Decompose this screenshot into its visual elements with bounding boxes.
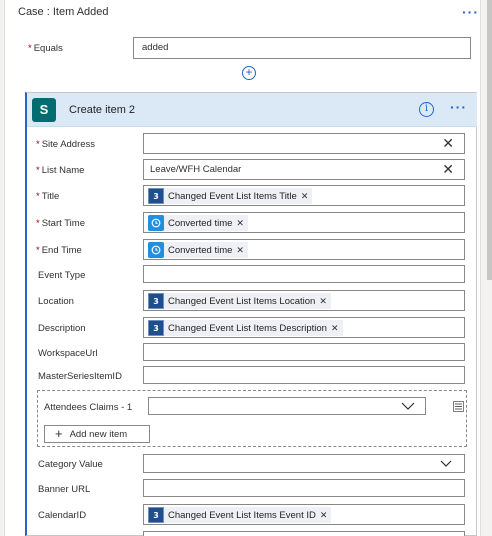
- clock-icon: [148, 215, 164, 231]
- category-value-dropdown[interactable]: [143, 454, 465, 473]
- switch-case-panel: Case : Item Added ··· * Equals added + S …: [4, 0, 481, 536]
- next-field-partial[interactable]: [143, 531, 465, 536]
- attendees-array-group: Attendees Claims - 1 + Add new item: [37, 390, 467, 447]
- workspace-url-field[interactable]: [143, 343, 465, 361]
- banner-url-field[interactable]: [143, 479, 465, 497]
- remove-token-icon[interactable]: ✕: [331, 323, 339, 334]
- clear-icon[interactable]: ✕: [442, 135, 454, 152]
- workspace-url-label: WorkspaceUrl: [38, 348, 98, 359]
- start-time-label: * Start Time: [36, 218, 85, 229]
- dynamic-token[interactable]: Converted time ✕: [148, 215, 248, 231]
- attendees-label: Attendees Claims - 1: [44, 402, 133, 413]
- case-title: Case : Item Added: [18, 6, 109, 18]
- master-series-item-id-field[interactable]: [143, 366, 465, 384]
- plus-icon: +: [55, 426, 63, 441]
- clock-icon: [148, 242, 164, 258]
- remove-token-icon[interactable]: ✕: [319, 296, 327, 307]
- site-address-label: * Site Address: [36, 139, 96, 150]
- description-label: Description: [38, 323, 86, 334]
- dynamic-token[interactable]: 3 Changed Event List Items Location ✕: [148, 293, 331, 309]
- start-time-field[interactable]: Converted time ✕: [143, 212, 465, 233]
- event-type-label: Event Type: [38, 270, 86, 281]
- chevron-down-icon: [440, 460, 452, 467]
- banner-url-label: Banner URL: [38, 484, 91, 495]
- create-item-card: S Create item 2 i ··· * Site Address ✕ * L…: [25, 92, 477, 536]
- dynamic-token[interactable]: 3 Changed Event List Items Title ✕: [148, 188, 313, 204]
- end-time-label: * End Time: [36, 245, 82, 256]
- description-field[interactable]: 3 Changed Event List Items Description ✕: [143, 317, 465, 338]
- remove-token-icon[interactable]: ✕: [236, 245, 244, 256]
- info-icon[interactable]: i: [419, 102, 434, 117]
- end-time-field[interactable]: Converted time ✕: [143, 239, 465, 260]
- calendar-id-field[interactable]: 3 Changed Event List Items Event ID ✕: [143, 504, 465, 525]
- chevron-down-icon: [401, 402, 415, 410]
- title-label: * Title: [36, 191, 60, 202]
- remove-token-icon[interactable]: ✕: [301, 191, 309, 202]
- dynamic-token[interactable]: 3 Changed Event List Items Description ✕: [148, 320, 343, 336]
- sharepoint-token-icon: 3: [148, 188, 164, 204]
- location-label: Location: [38, 296, 74, 307]
- sharepoint-token-icon: 3: [148, 507, 164, 523]
- switch-to-text-mode-icon[interactable]: [453, 401, 464, 412]
- more-dots-icon[interactable]: ···: [450, 99, 467, 115]
- event-type-field[interactable]: [143, 265, 465, 283]
- clear-icon[interactable]: ✕: [442, 161, 454, 178]
- card-title: Create item 2: [69, 104, 136, 116]
- category-value-label: Category Value: [38, 459, 103, 470]
- dynamic-token[interactable]: Converted time ✕: [148, 242, 248, 258]
- equals-label: * Equals: [28, 43, 63, 54]
- add-action-icon[interactable]: +: [242, 66, 256, 80]
- master-series-item-id-label: MasterSeriesItemID: [38, 371, 122, 382]
- sharepoint-token-icon: 3: [148, 320, 164, 336]
- remove-token-icon[interactable]: ✕: [320, 510, 328, 521]
- list-name-label: * List Name: [36, 165, 85, 176]
- calendar-id-label: CalendarID: [38, 510, 87, 521]
- sharepoint-token-icon: 3: [148, 293, 164, 309]
- more-dots-icon[interactable]: ···: [462, 4, 479, 20]
- remove-token-icon[interactable]: ✕: [236, 218, 244, 229]
- card-header[interactable]: S Create item 2 i ···: [27, 93, 477, 127]
- equals-input[interactable]: added: [133, 37, 471, 59]
- dynamic-token[interactable]: 3 Changed Event List Items Event ID ✕: [148, 507, 332, 523]
- scrollbar[interactable]: [487, 0, 492, 280]
- site-address-field[interactable]: ✕: [143, 133, 465, 154]
- title-field[interactable]: 3 Changed Event List Items Title ✕: [143, 185, 465, 206]
- add-new-item-button[interactable]: + Add new item: [44, 425, 150, 443]
- list-name-value: Leave/WFH Calendar: [150, 164, 242, 175]
- location-field[interactable]: 3 Changed Event List Items Location ✕: [143, 290, 465, 311]
- list-name-field[interactable]: Leave/WFH Calendar ✕: [143, 159, 465, 180]
- sharepoint-logo-icon: S: [32, 98, 56, 122]
- attendees-dropdown[interactable]: [148, 397, 426, 415]
